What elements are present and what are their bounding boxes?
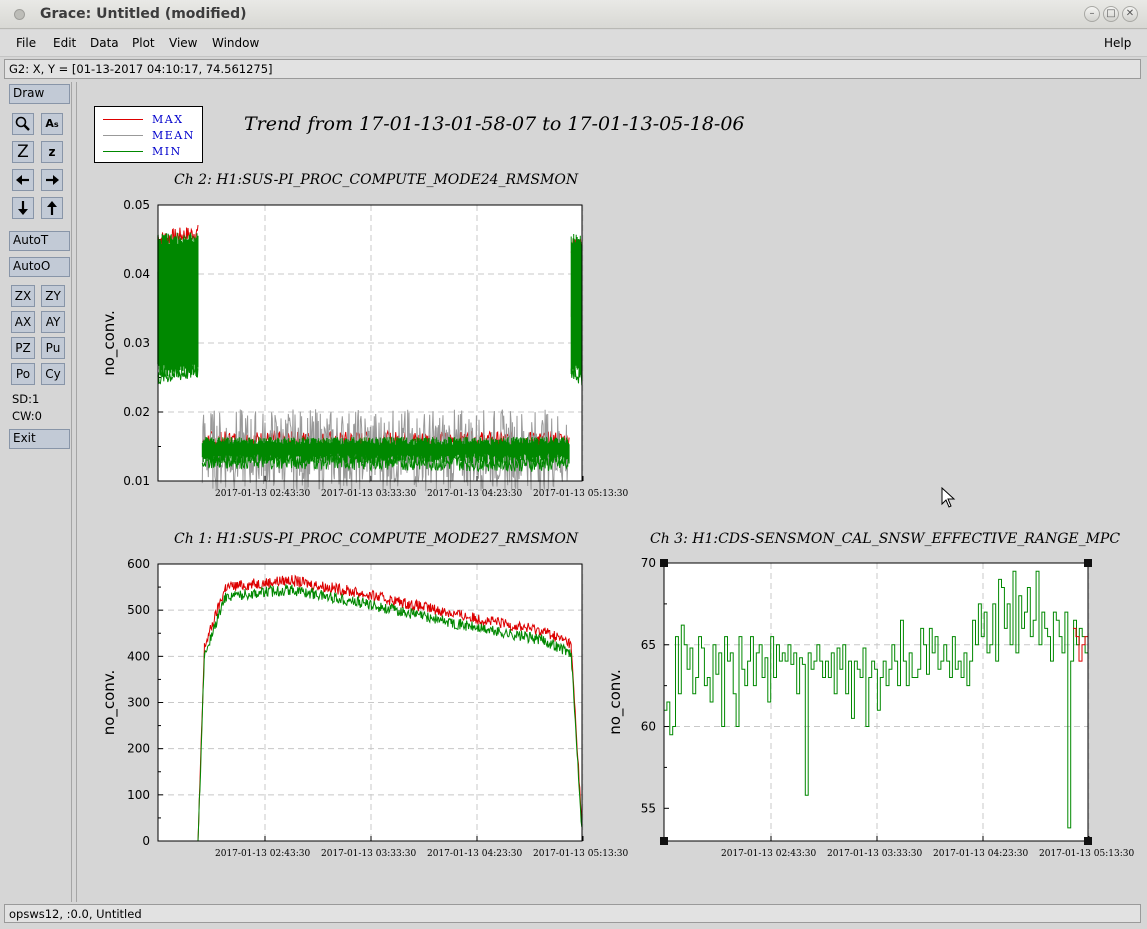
ytick-label-0-2: 0.03 [123, 336, 150, 350]
xtick-label-0-0: 2017-01-13 02:43:30 [215, 489, 310, 499]
xtick-label-2-3: 2017-01-13 05:13:30 [1039, 849, 1134, 859]
legend-line-max [103, 119, 143, 120]
xtick-label-0-2: 2017-01-13 04:23:30 [427, 489, 522, 499]
legend-label-min: MIN [152, 145, 182, 158]
series-0-band-1 [570, 234, 583, 377]
plot-title-ch1: Ch 1: H1:SUS-PI_PROC_COMPUTE_MODE27_RMSM… [174, 531, 579, 547]
xtick-label-0-3: 2017-01-13 05:13:30 [533, 489, 628, 499]
plot-title-ch3: Ch 3: H1:CDS-SENSMON_CAL_SNSW_EFFECTIVE_… [650, 531, 1121, 547]
ylabel-2: no_conv. [606, 669, 625, 735]
legend-label-mean: MEAN [152, 129, 195, 142]
selection-handle-3 [1084, 837, 1092, 845]
ytick-label-2-3: 55 [641, 801, 656, 815]
status-bar: opsws12, :0.0, Untitled [4, 904, 1141, 923]
xtick-label-1-0: 2017-01-13 02:43:30 [215, 849, 310, 859]
ytick-label-0-3: 0.02 [123, 405, 150, 419]
ylabel-1: no_conv. [100, 670, 119, 736]
legend-label-max: MAX [152, 113, 184, 126]
ytick-label-1-5: 100 [127, 788, 150, 802]
xtick-label-0-1: 2017-01-13 03:33:30 [321, 489, 416, 499]
main-title: Trend from 17-01-13-01-58-07 to 17-01-13… [244, 113, 745, 135]
ytick-label-2-0: 70 [641, 556, 656, 570]
series-0-band-0 [157, 232, 199, 378]
selection-handle-2 [660, 837, 668, 845]
legend[interactable]: MAX MEAN MIN [94, 106, 203, 163]
ytick-label-1-1: 500 [127, 603, 150, 617]
ytick-label-0-1: 0.04 [123, 267, 150, 281]
plot-area-2 [664, 563, 1088, 841]
ytick-label-0-4: 0.01 [123, 474, 150, 488]
xtick-label-2-0: 2017-01-13 02:43:30 [721, 849, 816, 859]
selection-handle-1 [1084, 559, 1092, 567]
ytick-label-2-2: 60 [641, 720, 656, 734]
ytick-label-0-0: 0.05 [123, 198, 150, 212]
ytick-label-1-3: 300 [127, 696, 150, 710]
ytick-label-2-1: 65 [641, 638, 656, 652]
ytick-label-1-6: 0 [142, 834, 150, 848]
xtick-label-1-2: 2017-01-13 04:23:30 [427, 849, 522, 859]
ylabel-0: no_conv. [100, 310, 119, 376]
mouse-cursor-icon [941, 487, 956, 508]
ytick-label-1-0: 600 [127, 557, 150, 571]
xtick-label-1-3: 2017-01-13 05:13:30 [533, 849, 628, 859]
ytick-label-1-4: 200 [127, 742, 150, 756]
ytick-label-1-2: 400 [127, 649, 150, 663]
selection-handle-0 [660, 559, 668, 567]
xtick-label-2-1: 2017-01-13 03:33:30 [827, 849, 922, 859]
xtick-label-2-2: 2017-01-13 04:23:30 [933, 849, 1028, 859]
xtick-label-1-1: 2017-01-13 03:33:30 [321, 849, 416, 859]
plot-title-ch2: Ch 2: H1:SUS-PI_PROC_COMPUTE_MODE24_RMSM… [174, 172, 579, 188]
legend-line-mean [103, 135, 143, 136]
legend-line-min [103, 151, 143, 152]
